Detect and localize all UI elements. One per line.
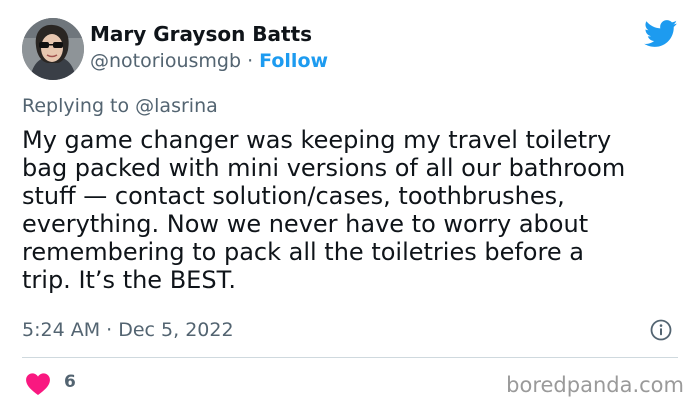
reply-mention-link[interactable]: @lasrina	[135, 95, 218, 117]
twitter-bird-icon[interactable]	[644, 20, 678, 48]
watermark: boredpanda.com	[506, 373, 684, 397]
tweet-text-line: stuff — contact solution/cases, toothbru…	[22, 182, 565, 210]
divider	[22, 357, 678, 358]
handle-separator: ·	[241, 50, 260, 72]
tweet-text-line: My game changer was keeping my travel to…	[22, 126, 612, 154]
author-display-name[interactable]: Mary Grayson Batts	[90, 22, 312, 46]
avatar[interactable]	[22, 18, 84, 80]
author-handle[interactable]: @notoriousmgb	[90, 50, 241, 72]
tweet-text-line: bag packed with mini versions of all our…	[22, 154, 626, 182]
follow-button[interactable]: Follow	[259, 50, 328, 72]
avatar-photo	[22, 18, 84, 80]
tweet-text-line: everything. Now we never have to worry a…	[22, 210, 589, 238]
heart-icon[interactable]	[25, 372, 51, 396]
tweet-text-line: remembering to pack all the toiletries b…	[22, 238, 584, 266]
tweet-text-line: trip. It’s the BEST.	[22, 266, 237, 294]
info-icon[interactable]	[650, 319, 672, 341]
replying-to-line: Replying to @lasrina	[22, 95, 218, 117]
author-handle-row: @notoriousmgb · Follow	[90, 50, 328, 72]
tweet-timestamp[interactable]: 5:24 AM · Dec 5, 2022	[22, 319, 234, 341]
tweet-card: Mary Grayson Batts @notoriousmgb · Follo…	[0, 0, 700, 410]
like-count: 6	[64, 372, 76, 392]
tweet-text: My game changer was keeping my travel to…	[22, 126, 682, 294]
replying-prefix: Replying to	[22, 95, 136, 117]
